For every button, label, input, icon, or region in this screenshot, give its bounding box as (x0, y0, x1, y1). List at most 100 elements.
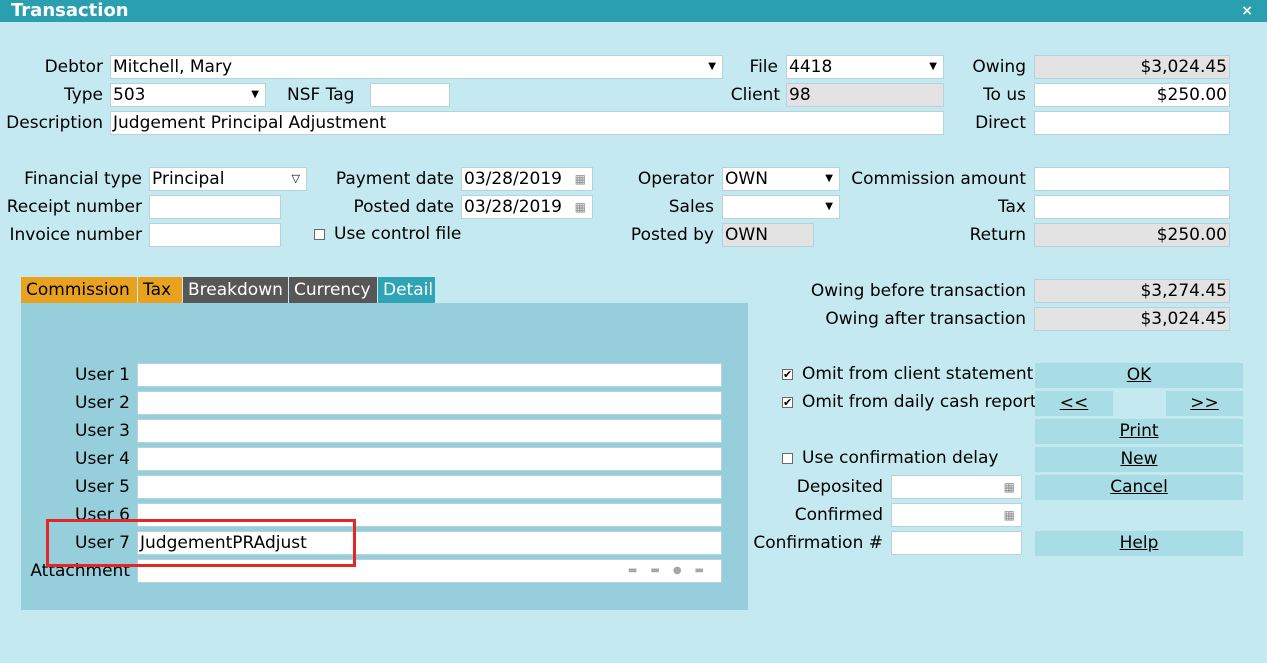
owing-before-field: $3,274.45 (1034, 279, 1230, 303)
new-button[interactable]: New (1035, 447, 1243, 472)
attachment-action-icons[interactable]: ▬▬●▬ (628, 560, 717, 582)
type-select[interactable]: 503 ▼ (110, 83, 266, 107)
payment-date-input[interactable]: 03/28/2019 ▦ (461, 167, 593, 191)
chevron-down-icon[interactable]: ▽ (292, 168, 300, 190)
chevron-down-icon[interactable]: ▼ (251, 84, 259, 106)
title-bar: Transaction × (0, 0, 1267, 22)
omit-client-label: Omit from client statement (802, 364, 1034, 384)
financial-type-select[interactable]: Principal ▽ (149, 167, 307, 191)
calendar-icon[interactable]: ▦ (575, 196, 586, 218)
client-label: Client (730, 85, 780, 105)
next-button-label: >> (1190, 393, 1219, 413)
tax-input[interactable] (1034, 195, 1230, 219)
nsf-tag-label: NSF Tag (287, 85, 355, 105)
tab-tax[interactable]: Tax (138, 277, 182, 303)
operator-value: OWN (725, 169, 768, 189)
confirmed-input[interactable]: ▦ (891, 503, 1022, 527)
receipt-number-label: Receipt number (6, 197, 142, 217)
direct-input[interactable] (1034, 111, 1230, 135)
user-5-label: User 5 (75, 477, 130, 497)
posted-date-value: 03/28/2019 (464, 197, 562, 217)
commission-amount-input[interactable] (1034, 167, 1230, 191)
use-confirmation-delay-checkbox[interactable] (782, 453, 793, 464)
attachment-label: Attachment (30, 561, 130, 581)
window-title: Transaction (11, 0, 129, 21)
debtor-label: Debtor (44, 57, 103, 77)
financial-type-value: Principal (152, 169, 225, 189)
direct-label: Direct (975, 113, 1026, 133)
user-2-label: User 2 (75, 393, 130, 413)
user-1-label: User 1 (75, 365, 130, 385)
operator-select[interactable]: OWN ▼ (722, 167, 840, 191)
invoice-number-input[interactable] (149, 223, 281, 247)
confirmation-number-label: Confirmation # (753, 533, 883, 553)
posted-by-field: OWN (722, 223, 814, 247)
use-control-file-label: Use control file (334, 224, 462, 244)
user-3-label: User 3 (75, 421, 130, 441)
use-control-file-checkbox[interactable] (314, 229, 325, 240)
chevron-down-icon[interactable]: ▼ (929, 56, 937, 78)
attachment-input[interactable]: ▬▬●▬ (137, 559, 722, 583)
type-value: 503 (113, 85, 146, 105)
calendar-icon[interactable]: ▦ (575, 168, 586, 190)
owing-field: $3,024.45 (1034, 55, 1230, 79)
invoice-number-label: Invoice number (9, 225, 142, 245)
to-us-label: To us (983, 85, 1026, 105)
ok-button-label: OK (1126, 365, 1152, 385)
to-us-input[interactable]: $250.00 (1034, 83, 1230, 107)
help-button[interactable]: Help (1035, 531, 1243, 556)
operator-label: Operator (637, 169, 714, 189)
tab-currency[interactable]: Currency (289, 277, 377, 303)
cancel-button[interactable]: Cancel (1035, 475, 1243, 500)
omit-daily-label: Omit from daily cash report (802, 392, 1037, 412)
owing-after-label: Owing after transaction (825, 309, 1026, 329)
file-label: File (749, 57, 778, 77)
user-3-input[interactable] (137, 419, 722, 443)
print-button[interactable]: Print (1035, 419, 1243, 444)
user-6-input[interactable] (137, 503, 722, 527)
next-button[interactable]: >> (1166, 391, 1243, 416)
tab-breakdown[interactable]: Breakdown (183, 277, 288, 303)
sales-select[interactable]: ▼ (722, 195, 840, 219)
user-2-input[interactable] (137, 391, 722, 415)
user-7-label: User 7 (75, 533, 130, 553)
description-input[interactable]: Judgement Principal Adjustment (110, 111, 944, 135)
calendar-icon[interactable]: ▦ (1004, 504, 1015, 526)
use-confirmation-delay-label: Use confirmation delay (802, 448, 999, 468)
nsf-tag-input[interactable] (370, 83, 450, 107)
debtor-select[interactable]: Mitchell, Mary ▼ (110, 55, 723, 79)
receipt-number-input[interactable] (149, 195, 281, 219)
confirmation-number-input[interactable] (891, 531, 1022, 555)
payment-date-label: Payment date (335, 169, 454, 189)
user-7-input[interactable]: JudgementPRAdjust (137, 531, 722, 555)
calendar-icon[interactable]: ▦ (1004, 476, 1015, 498)
tab-detail[interactable]: Detail (378, 277, 435, 303)
chevron-down-icon[interactable]: ▼ (825, 168, 833, 190)
ok-button[interactable]: OK (1035, 363, 1243, 388)
tab-commission[interactable]: Commission (21, 277, 137, 303)
close-icon[interactable]: × (1241, 0, 1253, 22)
debtor-value: Mitchell, Mary (113, 57, 233, 77)
user-5-input[interactable] (137, 475, 722, 499)
previous-button[interactable]: << (1035, 391, 1113, 416)
description-label: Description (6, 113, 103, 133)
financial-type-label: Financial type (24, 169, 142, 189)
user-1-input[interactable] (137, 363, 722, 387)
omit-client-checkbox[interactable]: ✔ (782, 369, 793, 380)
omit-daily-checkbox[interactable]: ✔ (782, 397, 793, 408)
user-4-label: User 4 (75, 449, 130, 469)
user-4-input[interactable] (137, 447, 722, 471)
print-button-label: Print (1119, 421, 1159, 441)
chevron-down-icon[interactable]: ▼ (825, 196, 833, 218)
new-button-label: New (1120, 449, 1158, 469)
commission-amount-label: Commission amount (851, 169, 1026, 189)
owing-after-field: $3,024.45 (1034, 307, 1230, 331)
type-label: Type (63, 85, 103, 105)
return-label: Return (969, 225, 1026, 245)
file-select[interactable]: 4418 ▼ (786, 55, 944, 79)
user-6-label: User 6 (75, 505, 130, 525)
help-button-label: Help (1119, 533, 1159, 553)
posted-by-label: Posted by (630, 225, 714, 245)
posted-date-input[interactable]: 03/28/2019 ▦ (461, 195, 593, 219)
deposited-input[interactable]: ▦ (891, 475, 1022, 499)
